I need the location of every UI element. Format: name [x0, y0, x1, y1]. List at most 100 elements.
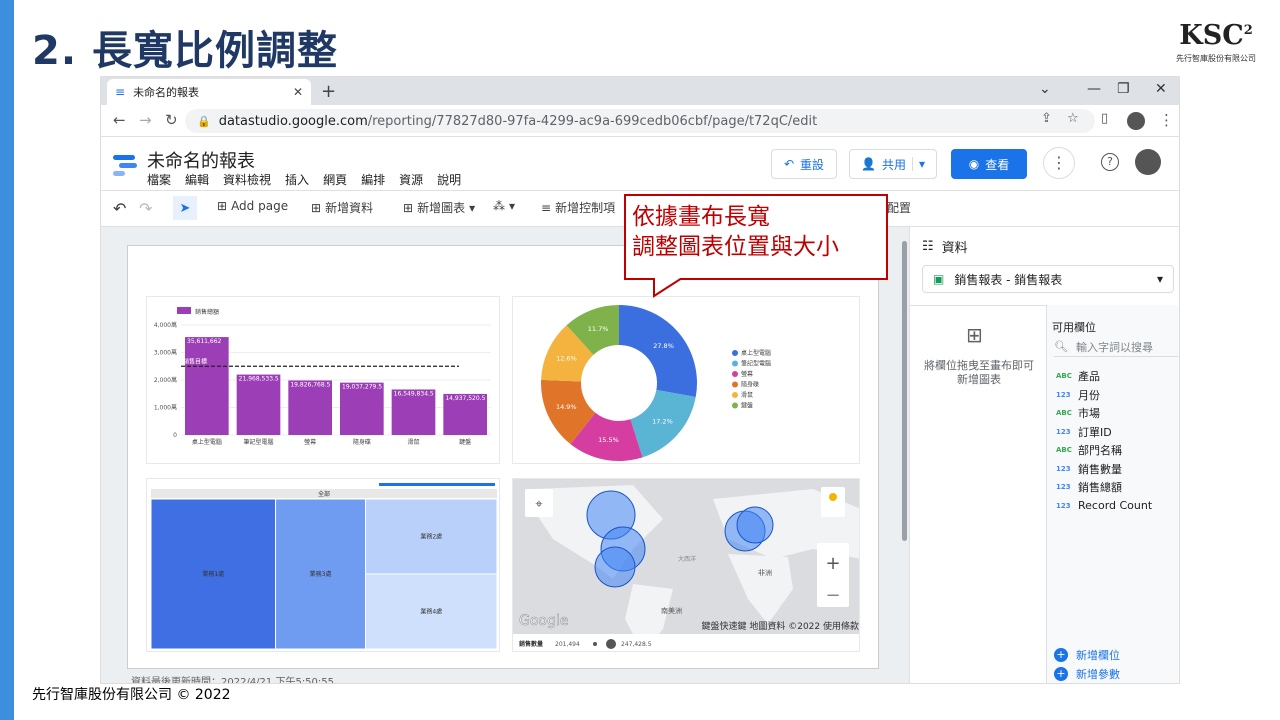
menu-item-0[interactable]: 檔案	[147, 171, 171, 188]
field-item[interactable]: ABC 市場	[1056, 404, 1176, 423]
restore-icon[interactable]: ❐	[1117, 81, 1130, 97]
company-logo: KSC2 先行智庫股份有限公司	[1176, 20, 1256, 63]
chevron-down-icon[interactable]: ⌄	[1039, 81, 1051, 97]
field-name: 市場	[1078, 407, 1100, 421]
x-tick-label: 鍵盤	[459, 438, 471, 446]
add-data-icon: ⊞	[311, 200, 322, 215]
add-page-button[interactable]: ⊞ Add page	[217, 199, 288, 213]
bookmark-star-icon[interactable]: ☆	[1067, 111, 1079, 126]
field-name: 銷售總額	[1078, 481, 1122, 495]
field-item[interactable]: 123 月份	[1056, 386, 1176, 405]
field-search-input[interactable]: 🔍︎ 輸入字詞以搜尋	[1054, 337, 1178, 357]
community-viz-button[interactable]: ⁂ ▾	[493, 199, 515, 213]
reload-icon[interactable]: ↻	[165, 111, 178, 129]
menu-item-2[interactable]: 資料檢視	[223, 171, 271, 188]
add-parameter-button[interactable]: + 新增參數	[1054, 666, 1120, 682]
legend-label: 桌上型電腦	[741, 349, 771, 357]
help-icon[interactable]: ?	[1101, 153, 1119, 171]
menu-item-7[interactable]: 說明	[437, 171, 461, 188]
reset-button[interactable]: ↶ 重設	[771, 149, 837, 179]
slide-title: 2. 長寬比例調整	[32, 28, 338, 74]
bar	[185, 337, 229, 435]
legend-dot	[732, 350, 738, 356]
field-name: 月份	[1078, 388, 1100, 402]
layout-button[interactable]: 配置	[887, 199, 911, 216]
url-field[interactable]: 🔒 datastudio.google.com/reporting/77827d…	[185, 109, 1095, 133]
add-person-icon: 👤	[861, 157, 876, 171]
undo-icon: ↶	[783, 157, 795, 171]
menu-item-4[interactable]: 網頁	[323, 171, 347, 188]
field-item[interactable]: 123 訂單ID	[1056, 423, 1176, 442]
geo-map-chart[interactable]: 非洲 南美洲 大西洋 + − ⌖ Google 鍵盤快速鍵 地圖資料 ©2022 使用條款 銷售…	[512, 478, 860, 652]
menu-item-5[interactable]: 編排	[361, 171, 385, 188]
bar	[288, 380, 332, 435]
legend-swatch	[177, 307, 191, 314]
callout-pointer	[653, 278, 683, 298]
user-avatar[interactable]	[1135, 149, 1161, 175]
menu-item-1[interactable]: 編輯	[185, 171, 209, 188]
sidepanel-icon[interactable]: ▯	[1101, 111, 1108, 126]
new-tab-button[interactable]: +	[321, 81, 336, 102]
field-type-icon: ABC	[1056, 409, 1072, 418]
zoom-in-icon: +	[825, 553, 840, 574]
add-chart-button[interactable]: ⊞ 新增圖表 ▾	[403, 199, 475, 216]
google-logo: Google	[519, 613, 568, 629]
map-legend-min: 201,494	[555, 641, 580, 648]
menu-bar: 檔案 編輯 資料檢視 插入 網頁 編排 資源 說明	[147, 171, 461, 188]
add-control-button[interactable]: ≡ 新增控制項	[541, 199, 615, 216]
field-name: 訂單ID	[1078, 425, 1112, 439]
share-button[interactable]: 👤 共用 ▾	[849, 149, 937, 179]
pie-slice	[619, 305, 697, 398]
datastudio-logo-icon	[113, 155, 137, 176]
chevron-down-icon[interactable]: ▾	[911, 157, 925, 171]
chevron-down-icon: ▾	[1156, 272, 1163, 286]
pie-chart[interactable]: 27.8% 桌上型電腦 17.2% 筆記型電腦 15.5% 螢幕 14.9% 隨身碟 12.6%…	[512, 296, 860, 464]
data-source-select[interactable]: ▣ 銷售報表 - 銷售報表 ▾	[922, 265, 1174, 293]
annotation-callout: 依據畫布長寬 調整圖表位置與大小	[624, 194, 888, 280]
add-field-button[interactable]: + 新增欄位	[1054, 647, 1120, 663]
report-title[interactable]: 未命名的報表	[147, 147, 255, 173]
field-item[interactable]: 123 銷售數量	[1056, 460, 1176, 479]
close-tab-icon[interactable]: ✕	[293, 85, 303, 99]
pegman-icon	[829, 493, 837, 501]
undo-icon[interactable]: ↶	[113, 199, 126, 218]
menu-item-6[interactable]: 資源	[399, 171, 423, 188]
y-tick-label: 2,000萬	[154, 376, 177, 384]
bar-chart[interactable]: 銷售總額 4,000萬 3,000萬 2,000萬 1,000萬 0 35,611,662 桌…	[146, 296, 500, 464]
back-icon[interactable]: ←	[113, 111, 126, 129]
field-item[interactable]: ABC 產品	[1056, 367, 1176, 386]
canvas-scrollbar[interactable]	[902, 241, 907, 541]
treemap-cell-label: 業務4處	[420, 608, 442, 616]
color-scale	[379, 483, 495, 486]
menu-item-3[interactable]: 插入	[285, 171, 309, 188]
avatar[interactable]	[1127, 112, 1145, 130]
redo-icon[interactable]: ↷	[139, 199, 152, 218]
reference-label: 銷售目標	[183, 357, 207, 365]
field-type-icon: 123	[1056, 464, 1071, 473]
field-type-icon: 123	[1056, 390, 1071, 399]
plus-icon: +	[1054, 648, 1068, 662]
forward-icon[interactable]: →	[139, 111, 152, 129]
minimize-icon[interactable]: —	[1087, 81, 1101, 97]
add-page-icon: ⊞	[217, 199, 228, 213]
add-data-button[interactable]: ⊞ 新增資料	[311, 199, 373, 216]
field-name: Record Count	[1078, 499, 1153, 513]
field-item[interactable]: 123 銷售總額	[1056, 478, 1176, 497]
x-tick-label: 筆記型電腦	[243, 438, 273, 446]
legend-min-dot	[593, 642, 597, 646]
slide-accent-bar	[0, 0, 14, 720]
zoom-out-icon: −	[825, 585, 840, 606]
bar-data-label: 21,968,533.5	[239, 376, 279, 383]
legend-dot	[732, 371, 738, 377]
close-window-icon[interactable]: ✕	[1155, 81, 1167, 97]
app-header: 未命名的報表 檔案 編輯 資料檢視 插入 網頁 編排 資源 說明 ↶ 重設 👤 共用 ▾ ◉ 查看 ⋮…	[101, 137, 1179, 191]
more-vert-icon[interactable]: ⋮	[1159, 111, 1174, 129]
field-item[interactable]: 123 Record Count	[1056, 497, 1176, 516]
browser-tab[interactable]: ≡ 未命名的報表 ✕	[107, 79, 311, 105]
share-page-icon[interactable]: ⇪	[1041, 111, 1052, 126]
select-cursor-icon[interactable]: ➤	[173, 196, 197, 220]
more-options-icon[interactable]: ⋮	[1043, 147, 1075, 179]
view-button[interactable]: ◉ 查看	[951, 149, 1027, 179]
field-item[interactable]: ABC 部門名稱	[1056, 441, 1176, 460]
treemap-chart[interactable]: 全部 業務1處 業務3處 業務2處 業務4處	[146, 478, 500, 652]
